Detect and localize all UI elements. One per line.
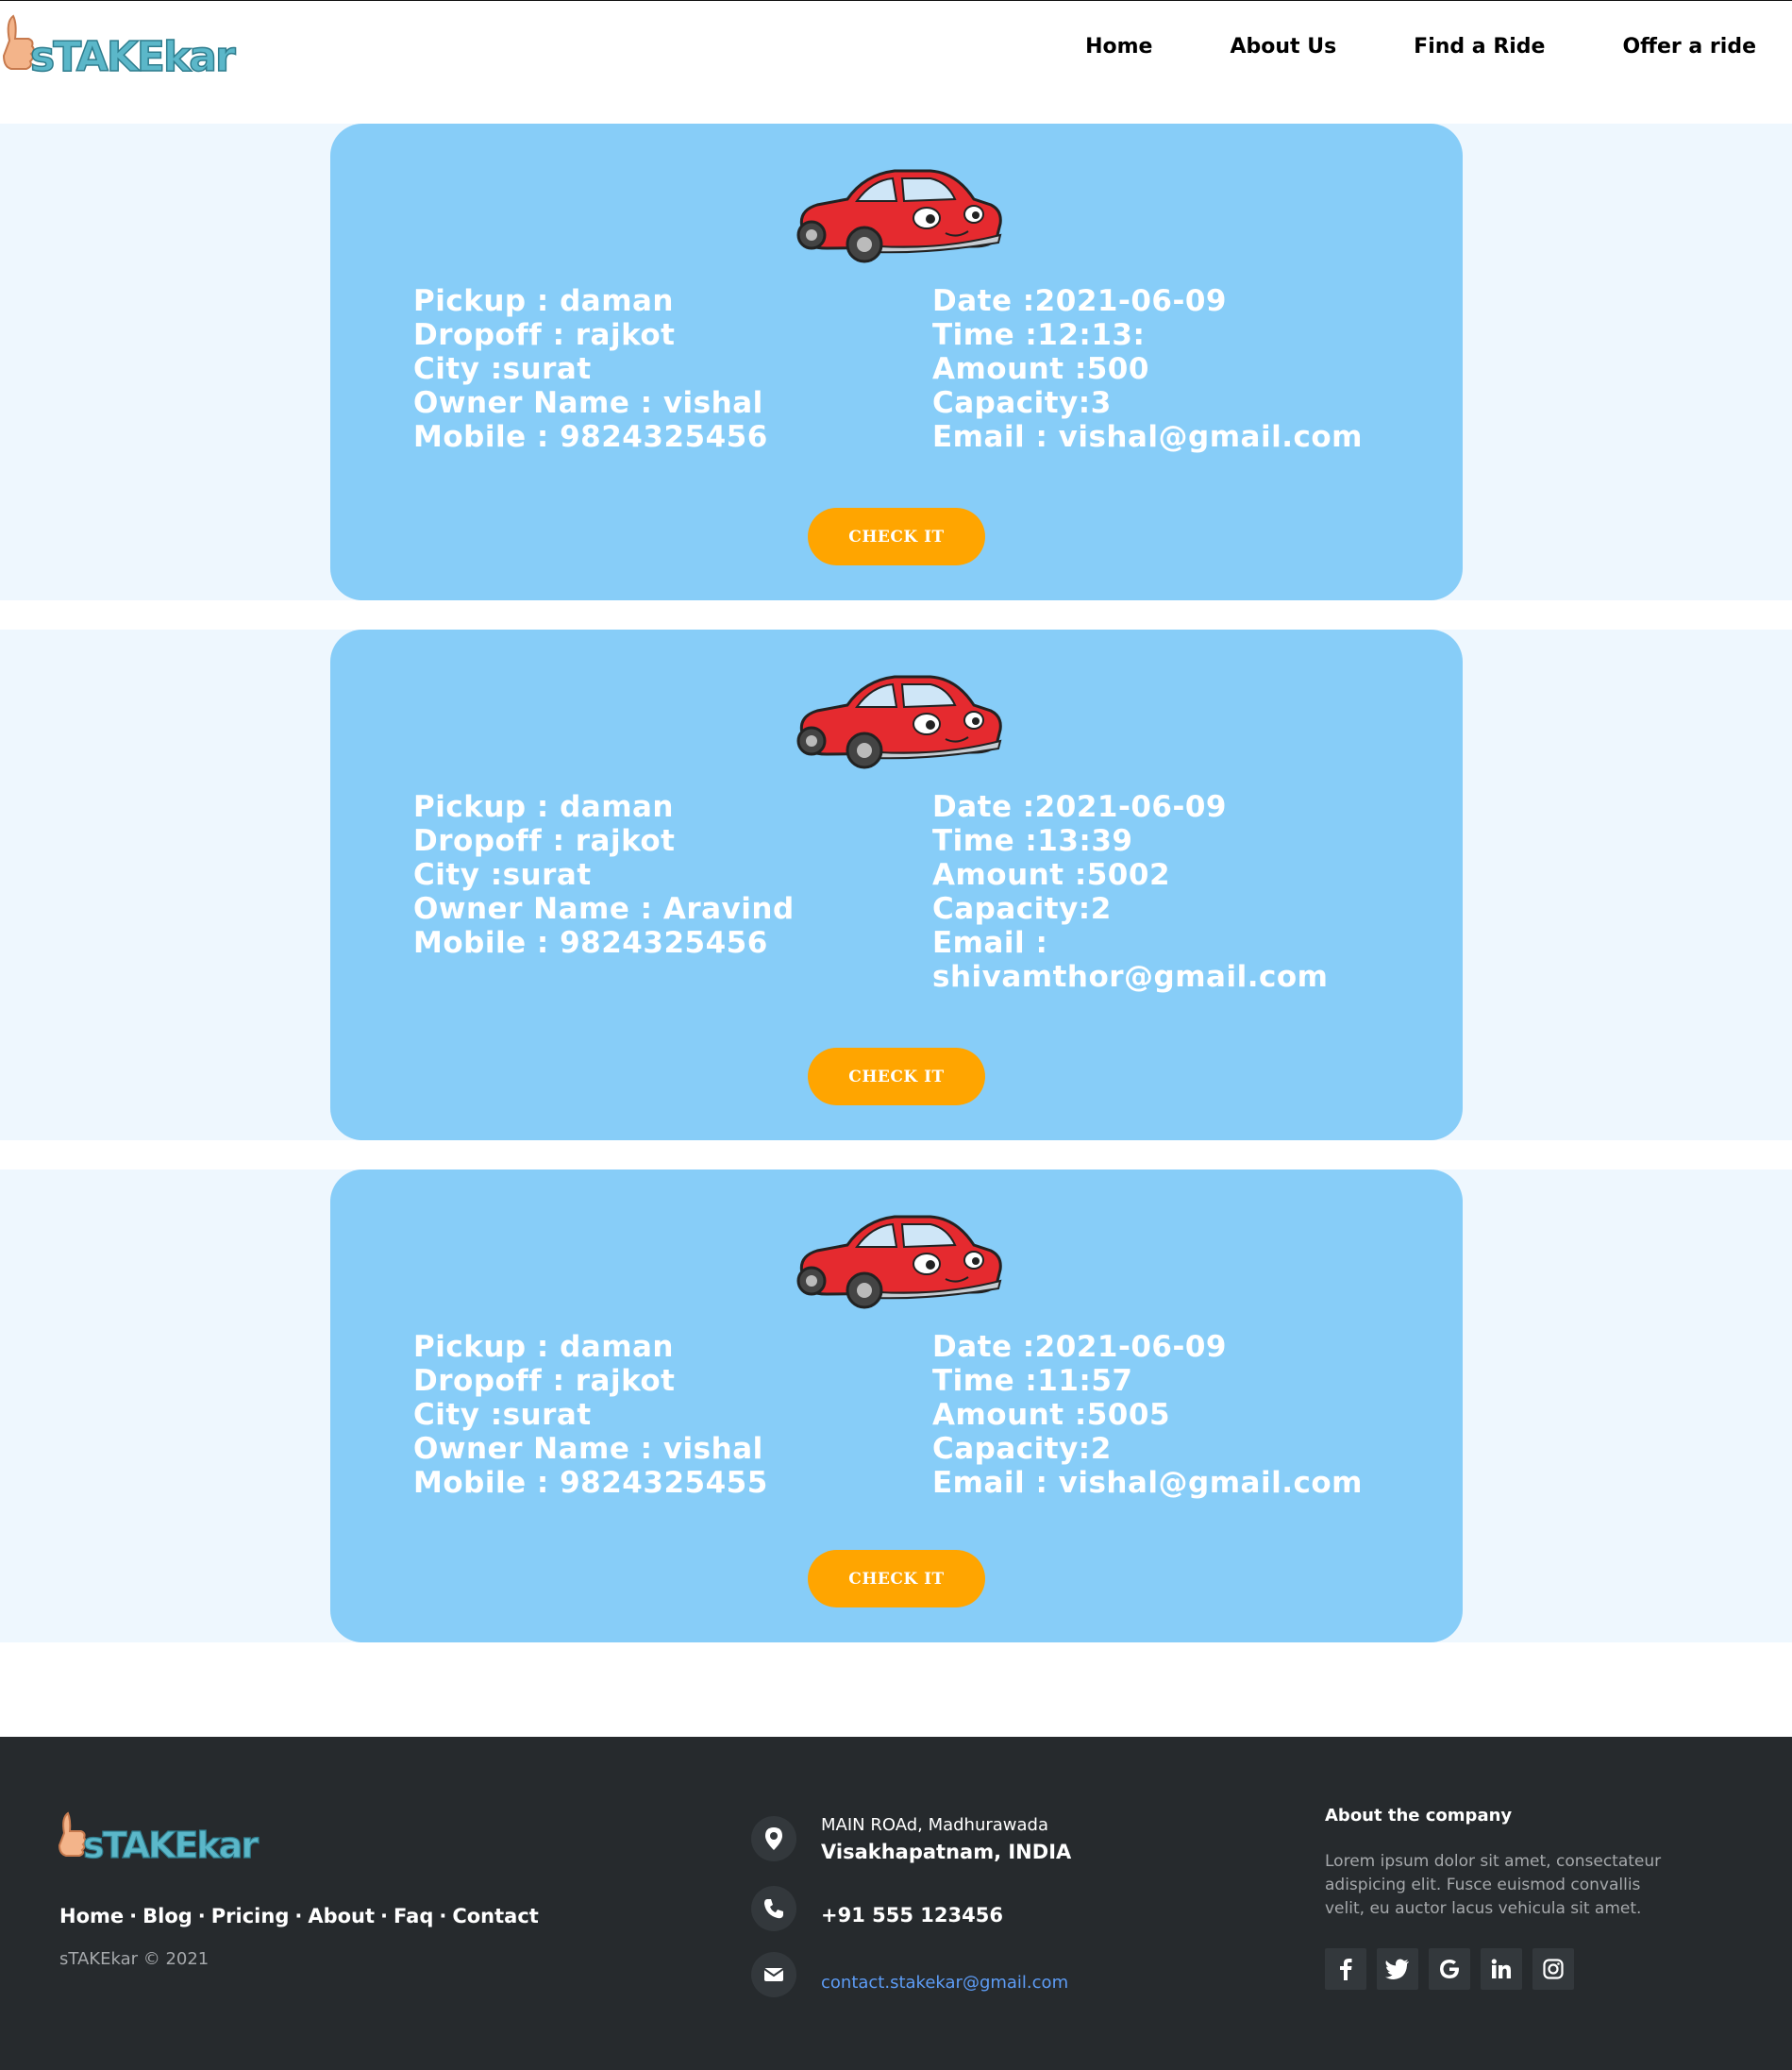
date-text: Date :2021-06-09 (932, 1330, 1227, 1364)
stakekar-logo[interactable]: sTAKEkar (0, 12, 245, 86)
footer-link-contact[interactable]: Contact (452, 1905, 539, 1927)
ride-right-details: Date :2021-06-09 Time :12:13: Amount :50… (932, 284, 1363, 454)
time-text: Time :13:39 (932, 824, 1133, 858)
thumbs-up-icon (58, 1811, 87, 1857)
owner-name-text: Owner Name : vishal (413, 386, 763, 420)
pickup-text: Pickup : daman (413, 284, 674, 318)
link-separator: · (439, 1905, 447, 1927)
footer-logo[interactable]: sTAKEkar (57, 1810, 274, 1871)
pickup-text: Pickup : daman (413, 790, 674, 824)
about-company-text: Lorem ipsum dolor sit amet, consectateur… (1325, 1852, 1662, 1918)
capacity-text: Capacity:2 (932, 1432, 1112, 1466)
footer-link-home[interactable]: Home (59, 1905, 124, 1927)
copyright-text: sTAKEkar © 2021 (59, 1949, 209, 1969)
ride-section: Pickup : daman Dropoff : rajkot City :su… (0, 630, 1792, 1140)
nav-home[interactable]: Home (1085, 35, 1152, 59)
mobile-text: Mobile : 9824325456 (413, 926, 768, 960)
ride-card: Pickup : daman Dropoff : rajkot City :su… (330, 1170, 1463, 1642)
city-text: City :surat (413, 352, 592, 386)
link-separator: · (129, 1905, 138, 1927)
address-line-2: Visakhapatnam, INDIA (821, 1841, 1072, 1863)
car-icon (796, 675, 1002, 769)
check-it-button[interactable]: CHECK IT (808, 1048, 985, 1105)
email-text: Email : vishal@gmail.com (932, 420, 1363, 454)
date-text: Date :2021-06-09 (932, 790, 1227, 824)
ride-section: Pickup : daman Dropoff : rajkot City :su… (0, 1170, 1792, 1642)
footer: sTAKEkar Home · Blog · Pricing · About · Faq · Con… (0, 1737, 1792, 2070)
pickup-text: Pickup : daman (413, 1330, 674, 1364)
svg-text:sTAKEkar: sTAKEkar (83, 1825, 259, 1866)
ride-left-details: Pickup : daman Dropoff : rajkot City :su… (413, 1330, 768, 1500)
map-marker-icon (751, 1816, 796, 1861)
link-separator: · (294, 1905, 303, 1927)
city-text: City :surat (413, 858, 592, 892)
about-company-title: About the company (1325, 1806, 1513, 1826)
mobile-text: Mobile : 9824325455 (413, 1466, 768, 1500)
car-icon (796, 169, 1002, 263)
google-icon[interactable] (1429, 1948, 1470, 1990)
owner-name-text: Owner Name : Aravind (413, 892, 795, 926)
car-icon (796, 1215, 1002, 1309)
social-links (1325, 1948, 1584, 1990)
twitter-icon[interactable] (1377, 1948, 1418, 1990)
facebook-icon[interactable] (1325, 1948, 1366, 1990)
address-line-1: MAIN ROAd, Madhurawada (821, 1815, 1049, 1835)
mobile-text: Mobile : 9824325456 (413, 420, 768, 454)
header: sTAKEkar Home About Us Find a Ride Offer… (0, 0, 1792, 94)
footer-link-faq[interactable]: Faq (394, 1905, 433, 1927)
dropoff-text: Dropoff : rajkot (413, 1364, 676, 1398)
dropoff-text: Dropoff : rajkot (413, 318, 676, 352)
check-it-button[interactable]: CHECK IT (808, 1550, 985, 1607)
link-separator: · (380, 1905, 389, 1927)
nav-about-us[interactable]: About Us (1230, 35, 1336, 59)
footer-link-about[interactable]: About (308, 1905, 375, 1927)
phone-number: +91 555 123456 (821, 1904, 1003, 1927)
thumbs-up-icon (2, 14, 35, 70)
ride-left-details: Pickup : daman Dropoff : rajkot City :su… (413, 284, 768, 454)
footer-link-pricing[interactable]: Pricing (211, 1905, 290, 1927)
footer-links: Home · Blog · Pricing · About · Faq · Contact (59, 1905, 539, 1927)
time-text: Time :11:57 (932, 1364, 1133, 1398)
contact-email-link[interactable]: contact.stakekar@gmail.com (821, 1973, 1068, 1993)
linkedin-icon[interactable] (1481, 1948, 1522, 1990)
ride-section: Pickup : daman Dropoff : rajkot City :su… (0, 124, 1792, 600)
link-separator: · (197, 1905, 206, 1927)
time-text: Time :12:13: (932, 318, 1146, 352)
check-it-button[interactable]: CHECK IT (808, 508, 985, 565)
city-text: City :surat (413, 1398, 592, 1432)
svg-text:sTAKEkar: sTAKEkar (30, 33, 236, 81)
main-nav: Home About Us Find a Ride Offer a ride (1085, 35, 1792, 59)
date-text: Date :2021-06-09 (932, 284, 1227, 318)
email-text: Email : shivamthor@gmail.com (932, 926, 1329, 994)
nav-offer-a-ride[interactable]: Offer a ride (1622, 35, 1756, 59)
dropoff-text: Dropoff : rajkot (413, 824, 676, 858)
ride-right-details: Date :2021-06-09 Time :11:57 Amount :500… (932, 1330, 1363, 1500)
footer-link-blog[interactable]: Blog (142, 1905, 193, 1927)
instagram-icon[interactable] (1532, 1948, 1574, 1990)
email-text: Email : vishal@gmail.com (932, 1466, 1363, 1500)
nav-find-a-ride[interactable]: Find a Ride (1414, 35, 1545, 59)
amount-text: Amount :5005 (932, 1398, 1171, 1432)
capacity-text: Capacity:3 (932, 386, 1112, 420)
ride-card: Pickup : daman Dropoff : rajkot City :su… (330, 630, 1463, 1140)
ride-card: Pickup : daman Dropoff : rajkot City :su… (330, 124, 1463, 600)
capacity-text: Capacity:2 (932, 892, 1112, 926)
amount-text: Amount :500 (932, 352, 1149, 386)
ride-right-details: Date :2021-06-09 Time :13:39 Amount :500… (932, 790, 1366, 994)
phone-icon (751, 1886, 796, 1931)
ride-left-details: Pickup : daman Dropoff : rajkot City :su… (413, 790, 795, 960)
owner-name-text: Owner Name : vishal (413, 1432, 763, 1466)
amount-text: Amount :5002 (932, 858, 1171, 892)
envelope-icon (751, 1952, 796, 1997)
